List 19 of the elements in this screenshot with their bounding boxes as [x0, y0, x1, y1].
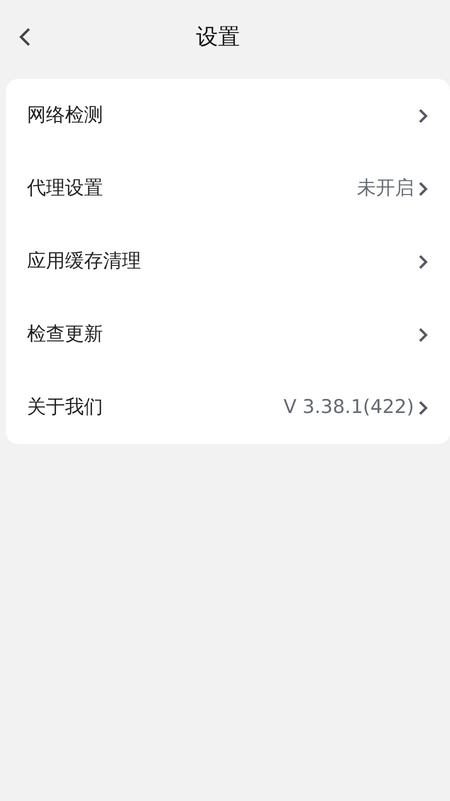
settings-item[interactable]: 代理设置 未开启 — [6, 152, 450, 225]
settings-item[interactable]: 应用缓存清理 — [6, 225, 450, 298]
chevron-right-icon — [418, 180, 428, 196]
item-label: 网络检测 — [27, 103, 104, 128]
page-title: 设置 — [196, 24, 240, 52]
back-icon — [18, 27, 32, 47]
settings-item[interactable]: 检查更新 — [6, 298, 450, 371]
item-label: 关于我们 — [27, 395, 104, 420]
item-label: 应用缓存清理 — [27, 249, 142, 274]
chevron-right-icon — [418, 108, 428, 124]
item-label: 检查更新 — [27, 322, 104, 348]
item-value: V 3.38.1(422) — [283, 395, 414, 420]
chevron-right-icon — [418, 400, 428, 416]
chevron-right-icon — [418, 326, 428, 342]
item-value: 未开启 — [357, 176, 414, 202]
chevron-right-icon — [418, 254, 428, 270]
settings-item[interactable]: 网络检测 — [6, 79, 450, 152]
settings-item[interactable]: 关于我们 V 3.38.1(422) — [6, 371, 450, 444]
item-label: 代理设置 — [27, 176, 104, 202]
